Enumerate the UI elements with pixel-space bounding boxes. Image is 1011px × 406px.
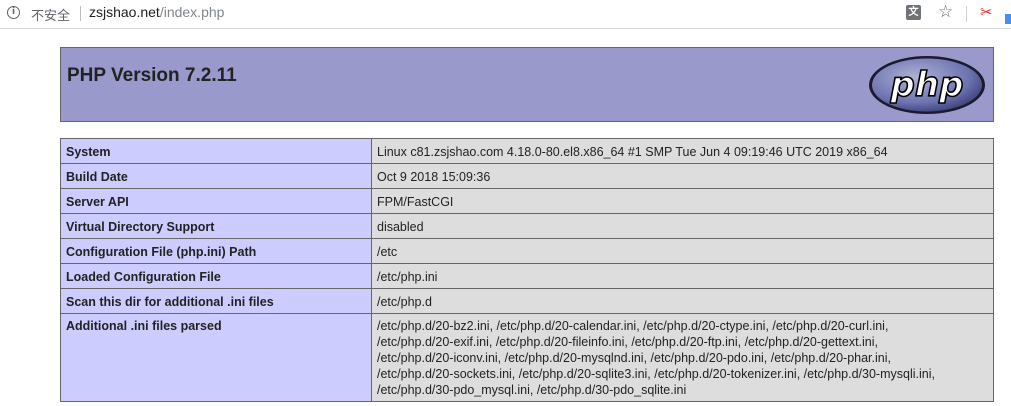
row-value-line: FPM/FastCGI	[377, 195, 454, 209]
php-logo-icon[interactable]: php	[867, 54, 987, 116]
table-row: Configuration File (php.ini) Path/etc	[60, 238, 994, 264]
row-key: Loaded Configuration File	[60, 263, 372, 289]
php-info-table: System Linux c81.zsjshao.com 4.18.0-80.el…	[60, 138, 994, 402]
info-icon[interactable]: i	[7, 6, 20, 19]
row-value: /etc	[371, 238, 994, 264]
address-divider	[80, 6, 81, 21]
row-value-line: /etc/php.d	[377, 295, 432, 309]
row-value: disabled	[371, 213, 994, 239]
table-row: Virtual Directory Support disabled	[60, 213, 994, 239]
row-value: FPM/FastCGI	[371, 188, 994, 214]
table-row: Server API FPM/FastCGI	[60, 188, 994, 214]
table-row: Build Date Oct 9 2018 15:09:36	[60, 163, 994, 189]
table-row: System Linux c81.zsjshao.com 4.18.0-80.el…	[60, 138, 994, 164]
row-value: /etc/php.ini	[371, 263, 994, 289]
row-key: Scan this dir for additional .ini files	[60, 288, 372, 314]
row-key: System	[60, 138, 372, 164]
url-host: zsjshao.net	[89, 4, 160, 20]
table-row: Additional .ini files parsed/etc/php.d/2…	[60, 313, 994, 402]
page-title: PHP Version 7.2.11	[67, 65, 237, 86]
row-value-line: /etc/php.d/20-iconv.ini, /etc/php.d/20-m…	[377, 351, 891, 365]
toolbar-divider	[966, 6, 967, 22]
url-path: /index.php	[159, 4, 225, 20]
row-value-line: /etc/php.ini	[377, 270, 438, 284]
php-version-header: PHP Version 7.2.11 php	[60, 47, 994, 122]
table-row: Loaded Configuration File/etc/php.ini	[60, 263, 994, 289]
row-value: Linux c81.zsjshao.com 4.18.0-80.el8.x86_…	[371, 138, 994, 164]
row-value-line: /etc/php.d/30-pdo_mysql.ini, /etc/php.d/…	[377, 383, 687, 397]
row-key: Build Date	[60, 163, 372, 189]
row-value-line: /etc/php.d/20-exif.ini, /etc/php.d/20-fi…	[377, 335, 878, 349]
row-value-line: Linux c81.zsjshao.com 4.18.0-80.el8.x86_…	[377, 145, 888, 159]
row-value: /etc/php.d/20-bz2.ini, /etc/php.d/20-cal…	[371, 313, 994, 402]
php-logo-text: php	[890, 65, 964, 105]
row-key: Server API	[60, 188, 372, 214]
row-key: Additional .ini files parsed	[60, 313, 372, 402]
row-value-line: Oct 9 2018 15:09:36	[377, 170, 491, 184]
row-key: Configuration File (php.ini) Path	[60, 238, 372, 264]
row-value-line: disabled	[377, 220, 424, 234]
star-icon[interactable]: ☆	[938, 2, 953, 22]
row-value-line: /etc/php.d/20-bz2.ini, /etc/php.d/20-cal…	[377, 319, 889, 333]
extension-edge-icon[interactable]	[1005, 14, 1011, 24]
row-value-line: /etc/php.d/20-sockets.ini, /etc/php.d/20…	[377, 367, 935, 381]
translate-icon[interactable]: 文	[906, 5, 921, 20]
address-bar[interactable]: i 不安全 zsjshao.net/index.php 文 ☆ ✂	[0, 0, 1011, 29]
url-text[interactable]: zsjshao.net/index.php	[89, 4, 224, 20]
security-status-label[interactable]: 不安全	[31, 5, 70, 24]
row-value: /etc/php.d	[371, 288, 994, 314]
row-value: Oct 9 2018 15:09:36	[371, 163, 994, 189]
extension-icon[interactable]: ✂	[980, 3, 993, 21]
row-key: Virtual Directory Support	[60, 213, 372, 239]
table-row: Scan this dir for additional .ini files /…	[60, 288, 994, 314]
row-value-line: /etc	[377, 245, 398, 259]
